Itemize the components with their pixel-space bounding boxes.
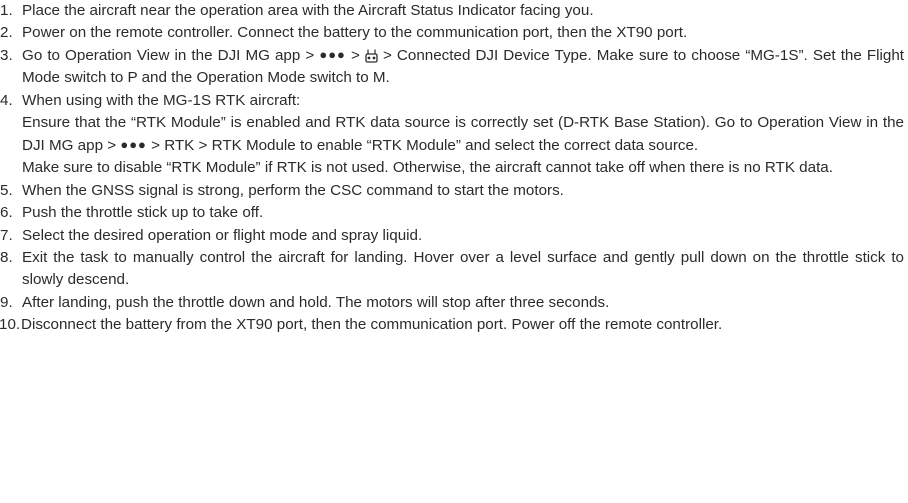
step-text: When using with the MG-1S RTK aircraft: … (22, 90, 908, 180)
step-line: When using with the MG-1S RTK aircraft: (22, 91, 301, 109)
step-paragraph: Make sure to disable “RTK Module” if RTK… (22, 159, 833, 177)
step-5: 5. When the GNSS signal is strong, perfo… (0, 180, 908, 202)
step-text: Select the desired operation or flight m… (22, 226, 423, 244)
step-text-part: > RTK > RTK Module to enable “RTK Module… (146, 136, 699, 154)
step-8: 8. Exit the task to manually control the… (0, 247, 908, 292)
step-text: When the GNSS signal is strong, perform … (22, 181, 564, 199)
step-number: 6. (0, 204, 13, 222)
step-number: 7. (0, 226, 13, 244)
step-text: After landing, push the throttle down an… (22, 293, 610, 311)
step-9: 9. After landing, push the throttle down… (0, 292, 908, 314)
step-number: 8. (0, 248, 13, 266)
step-10: 10. Disconnect the battery from the XT90… (0, 314, 908, 336)
step-text: Go to Operation View in the DJI MG app >… (22, 45, 908, 90)
step-number: 1. (0, 2, 13, 19)
step-text-part: Go to Operation View in the DJI MG app > (22, 47, 320, 65)
step-number: 5. (0, 181, 13, 199)
step-paragraph: Ensure that the “RTK Module” is enabled … (22, 112, 904, 157)
more-dots-icon: ●●● (319, 46, 346, 62)
step-text: Place the aircraft near the operation ar… (22, 2, 594, 19)
step-7: 7. Select the desired operation or fligh… (0, 225, 908, 247)
more-dots-icon: ●●● (120, 136, 147, 152)
step-text: Disconnect the battery from the XT90 por… (21, 316, 723, 334)
step-text: Push the throttle stick up to take off. (22, 204, 264, 222)
step-number: 10. (0, 316, 21, 334)
step-text-part: > (345, 47, 365, 65)
step-number: 2. (0, 24, 13, 42)
remote-controller-icon (365, 49, 378, 63)
step-2: 2. Power on the remote controller. Conne… (0, 22, 908, 44)
step-1: 1. Place the aircraft near the operation… (0, 0, 908, 22)
step-4: 4. When using with the MG-1S RTK aircraf… (0, 90, 908, 180)
step-text: Power on the remote controller. Connect … (22, 24, 688, 42)
step-6: 6. Push the throttle stick up to take of… (0, 202, 908, 224)
step-number: 4. (0, 91, 13, 109)
step-number: 3. (0, 46, 13, 64)
step-number: 9. (0, 293, 13, 311)
instruction-list: 1. Place the aircraft near the operation… (0, 0, 908, 503)
step-3: 3. Go to Operation View in the DJI MG ap… (0, 45, 908, 90)
step-text: Exit the task to manually control the ai… (22, 248, 904, 289)
